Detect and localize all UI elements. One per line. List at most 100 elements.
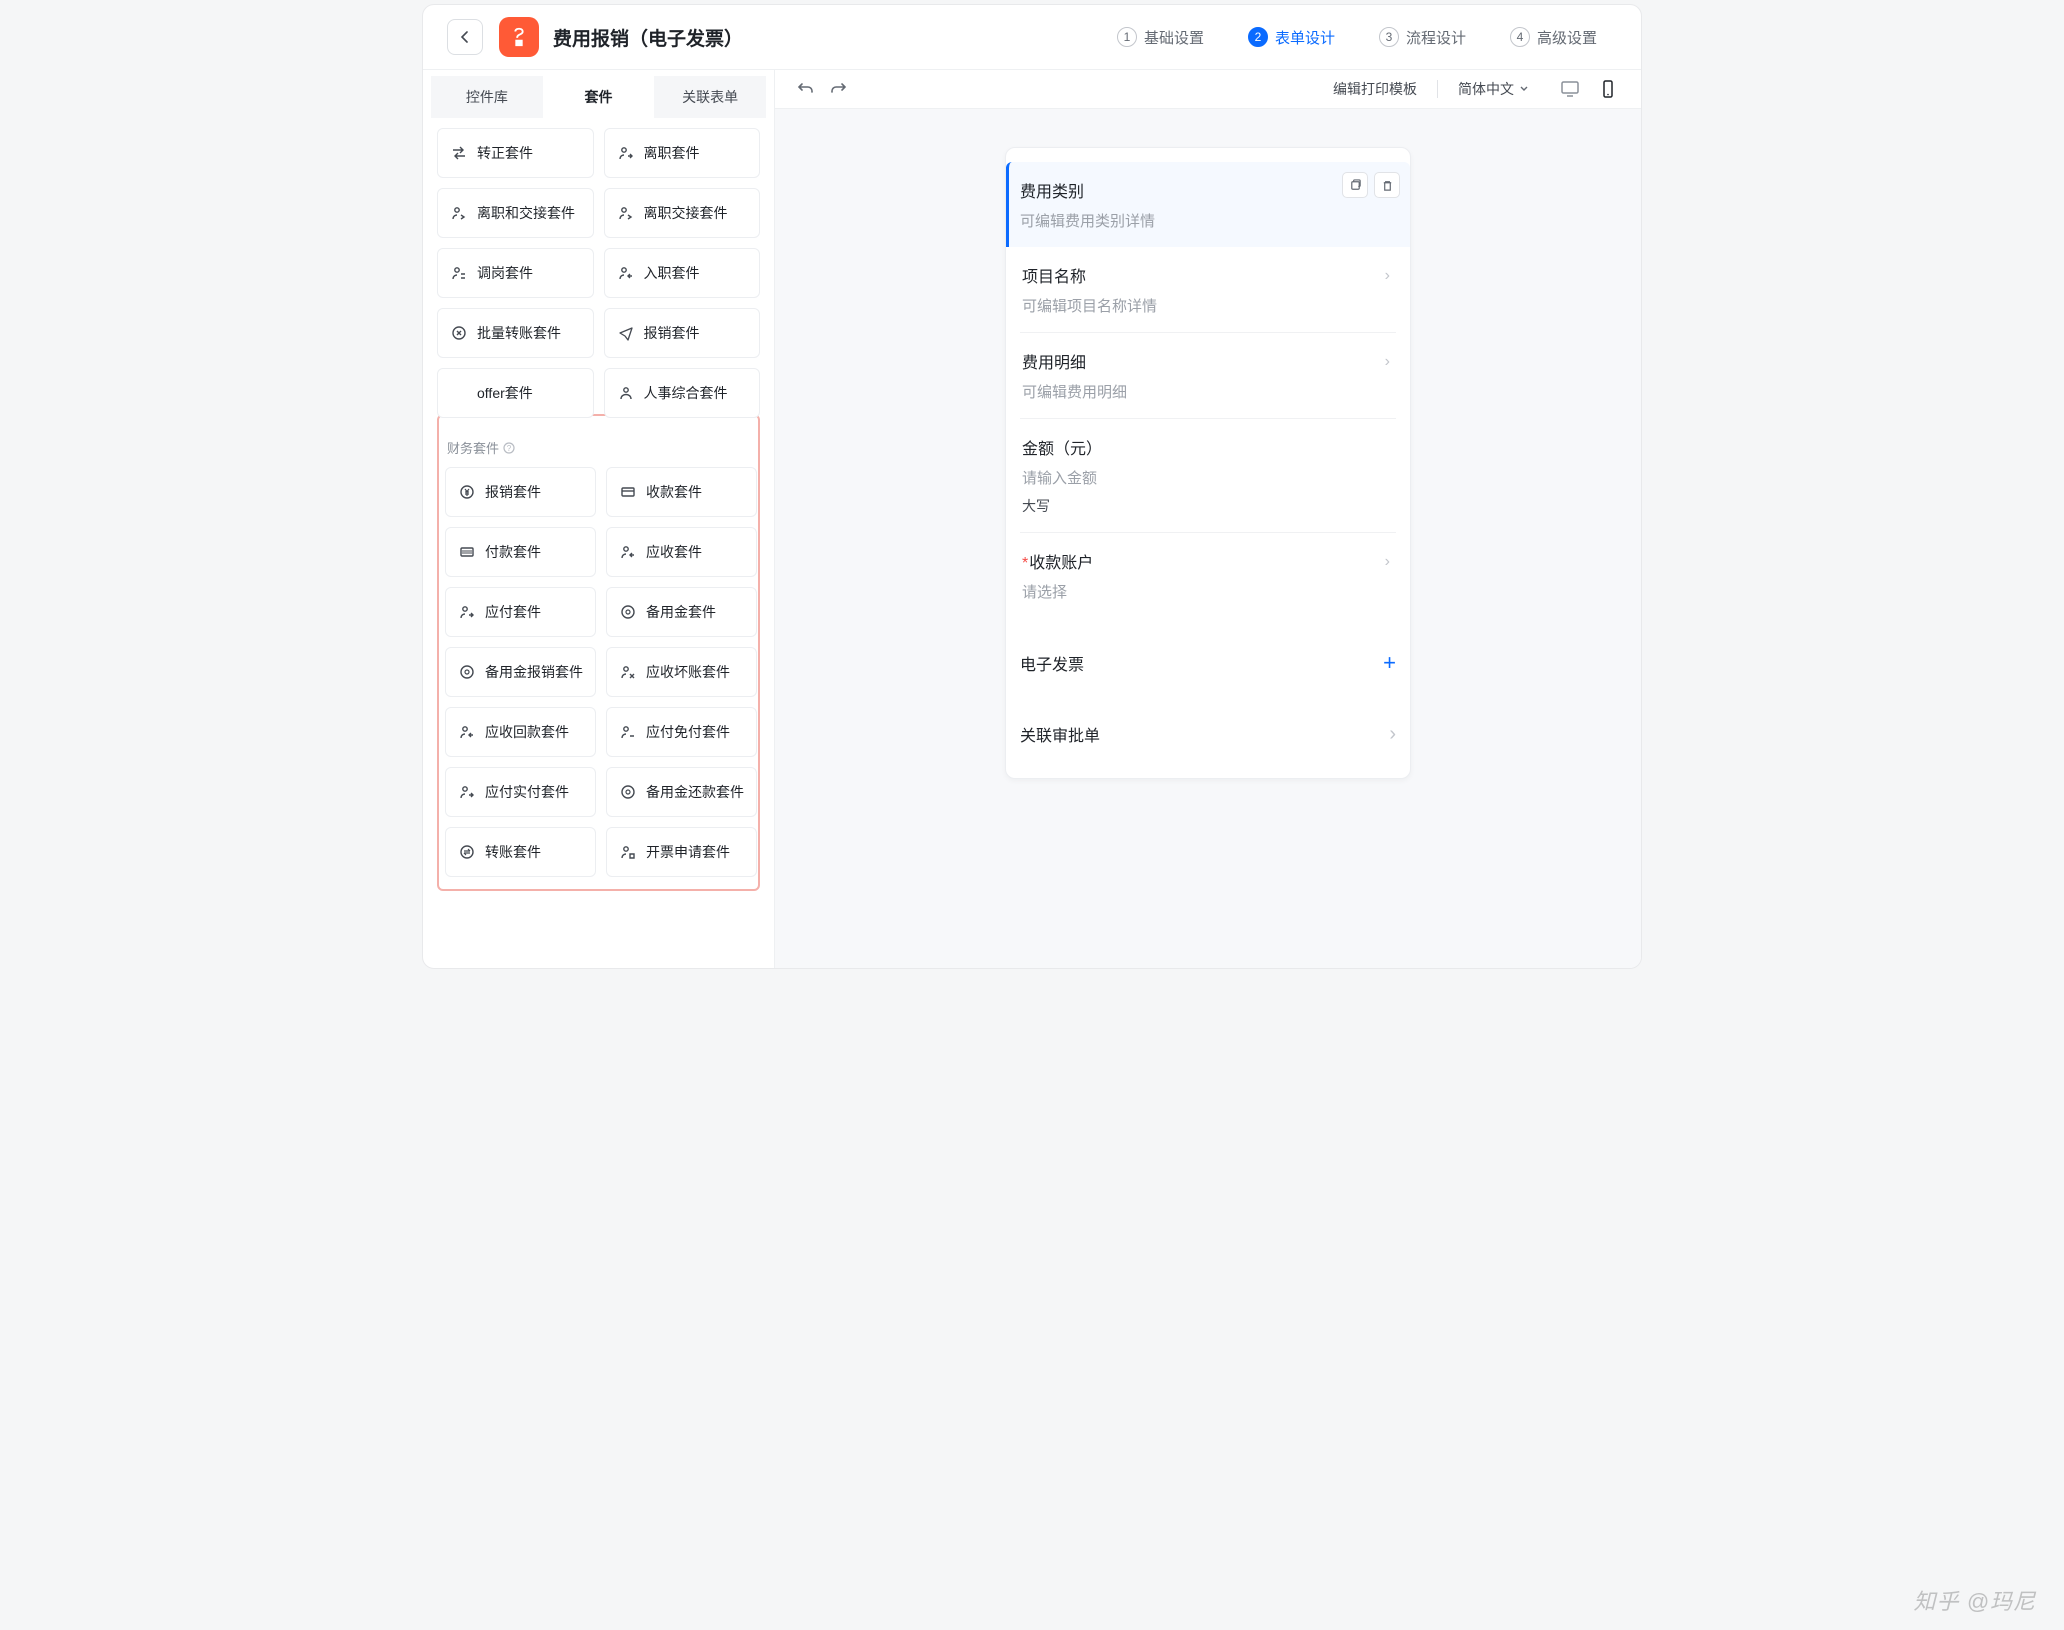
phone-preview-wrap: 费用类别 可编辑费用类别详情 项目名称 可编辑项目名称详情 › 费用明细 可编辑… [775, 109, 1641, 968]
kit-fin-fukuan[interactable]: 付款套件 [445, 527, 596, 577]
person-pay-icon [458, 783, 476, 801]
device-mobile[interactable] [1597, 78, 1619, 100]
kit-diaogang[interactable]: 调岗套件 [437, 248, 594, 298]
device-desktop[interactable] [1559, 78, 1581, 100]
app-icon [499, 17, 539, 57]
chevron-right-icon: › [1385, 353, 1390, 371]
field-receive-account[interactable]: *收款账户 请选择 › [1020, 533, 1396, 618]
undo-button[interactable] [797, 80, 815, 98]
tab-kits[interactable]: 套件 [543, 76, 655, 118]
field-e-invoice[interactable]: 电子发票 + [1006, 632, 1410, 694]
kit-baoxiao-hr[interactable]: 报销套件 [604, 308, 761, 358]
app-frame: 费用报销（电子发票） 1基础设置 2表单设计 3流程设计 4高级设置 控件库 套… [422, 4, 1642, 969]
kit-fin-baoxiao[interactable]: 报销套件 [445, 467, 596, 517]
step-advanced[interactable]: 4高级设置 [1510, 27, 1597, 48]
step-basic[interactable]: 1基础设置 [1117, 27, 1204, 48]
kit-lizhi-jiaojie[interactable]: 离职和交接套件 [437, 188, 594, 238]
kit-fin-beiyongjin[interactable]: 备用金套件 [606, 587, 757, 637]
print-template-button[interactable]: 编辑打印模板 [1333, 79, 1417, 99]
desktop-icon [1560, 79, 1580, 99]
transfer-batch-icon [450, 324, 468, 342]
person-in-icon [617, 264, 635, 282]
person-back-icon [458, 723, 476, 741]
finance-kit-grid: 报销套件 收款套件 付款套件 应收套件 应付套件 备用金套件 备用金报销套件 应… [445, 467, 752, 877]
yen-icon [458, 483, 476, 501]
step-flow[interactable]: 3流程设计 [1379, 27, 1466, 48]
watermark: 知乎 @玛尼 [1914, 1584, 2036, 1616]
chevron-right-icon: › [1385, 553, 1390, 571]
kit-fin-huankuan[interactable]: 备用金还款套件 [606, 767, 757, 817]
person-ar-icon [619, 543, 637, 561]
undo-icon [797, 80, 815, 98]
field-amount[interactable]: 金额（元） 请输入金额 大写 [1020, 419, 1396, 533]
person-move-icon [450, 264, 468, 282]
chevron-right-icon: › [1385, 267, 1390, 285]
kit-fin-yingfu[interactable]: 应付套件 [445, 587, 596, 637]
kit-fin-beiyongjin-bx[interactable]: 备用金报销套件 [445, 647, 596, 697]
phone-preview: 费用类别 可编辑费用类别详情 项目名称 可编辑项目名称详情 › 费用明细 可编辑… [1005, 147, 1411, 779]
copy-field-button[interactable] [1342, 172, 1368, 198]
kit-offer[interactable]: offer套件 [437, 368, 594, 418]
toolbar: 编辑打印模板 简体中文 [775, 70, 1641, 109]
person-ap-icon [458, 603, 476, 621]
step-form-design[interactable]: 2表单设计 [1248, 27, 1335, 48]
canvas: 编辑打印模板 简体中文 费用类别 可编辑费用类别详情 [775, 70, 1641, 968]
wizard-steps: 1基础设置 2表单设计 3流程设计 4高级设置 [1117, 27, 1597, 48]
kit-batch-transfer[interactable]: 批量转账套件 [437, 308, 594, 358]
kit-fin-zhuanzhang[interactable]: 转账套件 [445, 827, 596, 877]
sidebar-body: 转正套件 离职套件 离职和交接套件 离职交接套件 调岗套件 入职套件 批量转账套… [423, 118, 774, 968]
swap-icon [450, 144, 468, 162]
field-expense-detail[interactable]: 费用明细 可编辑费用明细 › [1020, 333, 1396, 419]
kit-lizhi[interactable]: 离职套件 [604, 128, 761, 178]
language-select[interactable]: 简体中文 [1458, 79, 1529, 99]
field-linked-approval[interactable]: 关联审批单 › [1006, 704, 1410, 768]
field-project-name[interactable]: 项目名称 可编辑项目名称详情 › [1020, 247, 1396, 333]
card-icon [619, 483, 637, 501]
hr-kit-grid: 转正套件 离职套件 离职和交接套件 离职交接套件 调岗套件 入职套件 批量转账套… [437, 128, 760, 418]
kit-hr-综合[interactable]: 人事综合套件 [604, 368, 761, 418]
finance-kits-highlight: 财务套件? 报销套件 收款套件 付款套件 应收套件 应付套件 备用金套件 备用金… [437, 414, 760, 891]
page-title: 费用报销（电子发票） [553, 24, 743, 51]
amount-capital-label: 大写 [1022, 496, 1394, 516]
tab-linked-forms[interactable]: 关联表单 [654, 76, 766, 118]
copy-icon [1349, 179, 1362, 192]
kit-lizhi-jiaojie2[interactable]: 离职交接套件 [604, 188, 761, 238]
field-expense-category[interactable]: 费用类别 可编辑费用类别详情 [1006, 162, 1410, 247]
reserve-icon [619, 603, 637, 621]
person-bad-icon [619, 663, 637, 681]
kit-fin-shoukuan[interactable]: 收款套件 [606, 467, 757, 517]
help-icon[interactable]: ? [503, 442, 515, 454]
back-button[interactable] [447, 19, 483, 55]
person-handover2-icon [617, 204, 635, 222]
kit-fin-huikuan[interactable]: 应收回款套件 [445, 707, 596, 757]
plus-icon: + [1383, 650, 1396, 676]
redo-button[interactable] [829, 80, 847, 98]
person-leave-icon [617, 144, 635, 162]
redo-icon [829, 80, 847, 98]
body: 控件库 套件 关联表单 转正套件 离职套件 离职和交接套件 离职交接套件 调岗套… [423, 70, 1641, 968]
kit-ruzhi[interactable]: 入职套件 [604, 248, 761, 298]
kit-fin-kaipiao[interactable]: 开票申请套件 [606, 827, 757, 877]
person-free-icon [619, 723, 637, 741]
mobile-icon [1598, 79, 1618, 99]
kit-fin-yingshou[interactable]: 应收套件 [606, 527, 757, 577]
kit-zhuanzheng[interactable]: 转正套件 [437, 128, 594, 178]
kit-fin-mianfu[interactable]: 应付免付套件 [606, 707, 757, 757]
kit-fin-shifu[interactable]: 应付实付套件 [445, 767, 596, 817]
chevron-right-icon: › [1389, 723, 1396, 746]
barcode-icon [458, 543, 476, 561]
finance-group-title: 财务套件? [447, 438, 750, 457]
sidebar-tabs: 控件库 套件 关联表单 [423, 70, 774, 118]
kit-fin-huaizhang[interactable]: 应收坏账套件 [606, 647, 757, 697]
tab-controls[interactable]: 控件库 [431, 76, 543, 118]
reserve-ret-icon [619, 783, 637, 801]
person-handover-icon [450, 204, 468, 222]
blank-icon [450, 384, 468, 402]
plane-icon [617, 324, 635, 342]
reserve-bx-icon [458, 663, 476, 681]
svg-text:?: ? [507, 444, 512, 453]
transfer-icon [458, 843, 476, 861]
chevron-left-icon [459, 31, 471, 43]
person-inv-icon [619, 843, 637, 861]
delete-field-button[interactable] [1374, 172, 1400, 198]
